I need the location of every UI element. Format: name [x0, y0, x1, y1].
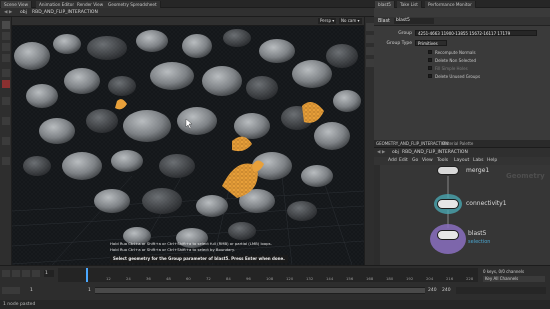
range-end[interactable]: 240	[428, 288, 437, 293]
play-reverse-icon[interactable]	[2, 270, 10, 277]
display-option-icon[interactable]	[366, 23, 374, 31]
timeline-tick-label: 228	[466, 276, 474, 281]
tab-animation-editor[interactable]: Animation Editor	[36, 1, 79, 8]
timeline-tick-label: 120	[286, 276, 294, 281]
left-tool-strip	[0, 17, 12, 265]
timeline-tick-label: 48	[166, 276, 171, 281]
tab-blast5[interactable]: blast5	[375, 1, 395, 8]
step-forward-icon[interactable]	[32, 270, 40, 277]
timeline-tick-label: 216	[446, 276, 454, 281]
3d-viewport[interactable]: Hold Ruo Ctrl+a or Shift+a or Ctrl+Shift…	[12, 26, 364, 265]
delete-unused-groups-checkbox[interactable]	[428, 74, 432, 78]
current-frame-field[interactable]: 1	[44, 270, 54, 277]
tab-render-view[interactable]: Render View	[74, 1, 108, 8]
rotate-tool-icon[interactable]	[2, 43, 10, 51]
hint-line-2: Hold Ruo Ctrl+a or Shift+a or Ctrl+Shift…	[110, 247, 235, 252]
status-bar: 1 node pasted	[0, 300, 550, 309]
node-name-field[interactable]: blast5	[394, 18, 434, 24]
fill-simple-holes-checkbox[interactable]	[428, 66, 432, 70]
tab-take-list[interactable]: Take List	[397, 1, 422, 8]
timeline-tick-label: 12	[106, 276, 111, 281]
viewport-path-bar: ◀ ▶ obj RBD_AND_FLIP_INTERACTION	[0, 8, 374, 17]
node-blast5[interactable]	[437, 230, 459, 240]
node-blast5-label: blast5	[468, 230, 487, 237]
brush-tool-icon[interactable]	[2, 117, 10, 125]
pane-tab-bar: Scene View Animation Editor Render View …	[0, 0, 550, 8]
key-all-channels-button[interactable]: Key All Channels	[483, 276, 545, 282]
view-menu[interactable]: No cam ▾	[339, 18, 362, 24]
delete-non-selected-checkbox[interactable]	[428, 58, 432, 62]
timeline-tick-label: 204	[426, 276, 434, 281]
node-type-label: Blast	[378, 19, 390, 24]
select-tool-icon[interactable]	[2, 21, 10, 29]
range-end-2[interactable]: 240	[442, 288, 451, 293]
timeline-tick-label: 108	[266, 276, 274, 281]
timeline-track[interactable]: 12 24 36 48 60 72 84 96 108 120 132 144 156 168 180 192…	[58, 268, 478, 282]
wireframe-icon[interactable]	[366, 47, 374, 55]
recompute-normals-label: Recompute Normals	[435, 50, 476, 55]
recompute-normals-checkbox[interactable]	[428, 50, 432, 54]
delete-unused-groups-label: Delete Unused Groups	[435, 74, 481, 79]
group-field[interactable]: 4251-4663 11900-13855 15672-16117 17179	[415, 30, 537, 36]
stop-icon[interactable]	[12, 270, 20, 277]
camera-menu[interactable]: Persp ▾	[318, 18, 337, 24]
group-type-label: Group Type	[386, 41, 412, 46]
timeline-tick-label: 192	[406, 276, 414, 281]
move-tool-icon[interactable]	[2, 32, 10, 40]
view-tool-icon[interactable]	[2, 97, 10, 105]
range-slider[interactable]	[95, 287, 425, 294]
timeline-tick-label: 156	[346, 276, 354, 281]
path-geo[interactable]: RBD_AND_FLIP_INTERACTION	[32, 9, 98, 16]
parameter-pane: Blast blast5 Group 4251-4663 11900-13855…	[374, 8, 550, 140]
back-arrow-icon[interactable]: ◀ ▶	[4, 9, 12, 16]
hint-line-1: Hold Ruo Ctrl+a or Shift+a or Ctrl+Shift…	[110, 241, 272, 246]
playhead[interactable]	[86, 268, 88, 282]
scale-tool-icon[interactable]	[2, 54, 10, 62]
geometry-tool-icon[interactable]	[2, 157, 10, 165]
viewport-scene	[12, 26, 364, 265]
timeline-options-bar	[456, 287, 546, 294]
display-options-strip	[364, 17, 374, 265]
node-connectivity1-label: connectivity1	[466, 200, 507, 207]
handle-tool-icon[interactable]	[2, 69, 10, 77]
network-pane: GEOMETRY_AND_FLIP_INTERACTION Material P…	[374, 140, 550, 265]
group-type-select[interactable]: Primitives	[415, 40, 447, 46]
node-header: Blast blast5	[374, 17, 550, 26]
snap-tool-icon[interactable]	[2, 137, 10, 145]
timeline-tick-label: 60	[186, 276, 191, 281]
status-text: 1 node pasted	[3, 302, 36, 307]
tab-scene-view[interactable]: Scene View	[1, 1, 33, 8]
realtime-toggle-icon[interactable]	[2, 287, 20, 294]
range-start-2[interactable]: 1	[88, 288, 91, 293]
timeline-tick-label: 84	[226, 276, 231, 281]
fill-simple-holes-label: Fill Simple Holes	[435, 66, 468, 71]
tab-geometry-spreadsheet[interactable]: Geometry Spreadsheet	[105, 1, 161, 8]
delete-non-selected-label: Delete Non Selected	[435, 58, 476, 63]
tab-performance-monitor[interactable]: Performance Monitor	[425, 1, 476, 8]
range-start[interactable]: 1	[30, 288, 33, 293]
timeline-tick-label: 168	[366, 276, 374, 281]
path-obj[interactable]: obj	[20, 9, 27, 16]
node-blast5-sublabel: selection	[468, 239, 491, 245]
selection-prompt: Select geometry for the Group parameter …	[110, 255, 288, 263]
timeline-tick-label: 132	[306, 276, 314, 281]
lighting-icon[interactable]	[366, 59, 374, 67]
node-merge1-label: merge1	[466, 167, 490, 174]
keys-info: 0 keys, 0/0 channels	[483, 269, 525, 274]
viewport-toolbar: Persp ▾ No cam ▾	[12, 17, 364, 26]
timeline-tick-label: 72	[206, 276, 211, 281]
group-label: Group	[398, 31, 412, 36]
range-slider-fill[interactable]	[95, 288, 425, 293]
node-connectivity1[interactable]	[437, 199, 459, 209]
timeline-tick-label: 96	[246, 276, 251, 281]
timeline-tick-label: 36	[146, 276, 151, 281]
timeline-tick-label: 24	[126, 276, 131, 281]
node-merge1[interactable]	[437, 166, 459, 175]
play-icon[interactable]	[22, 270, 30, 277]
timeline-tick-label: 180	[386, 276, 394, 281]
timeline-tick-label: 144	[326, 276, 334, 281]
pose-tool-icon[interactable]	[2, 80, 10, 88]
shading-icon[interactable]	[366, 35, 374, 43]
